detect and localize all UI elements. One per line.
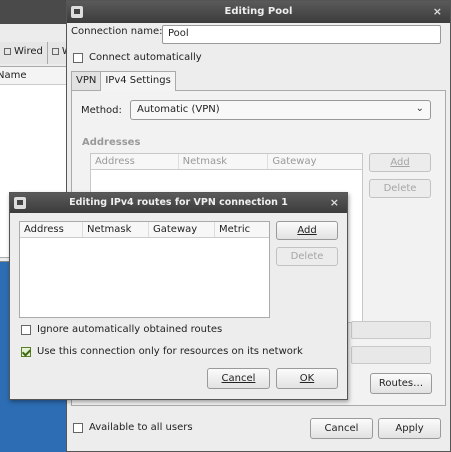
- only-resources-checkbox[interactable]: [21, 346, 31, 357]
- route-metric-column-header[interactable]: Metric: [215, 222, 269, 237]
- address-add-button[interactable]: Add: [369, 153, 431, 172]
- routes-dialog-title: Editing IPv4 routes for VPN connection 1: [69, 197, 288, 208]
- routes-cancel-button[interactable]: Cancel: [207, 368, 270, 389]
- method-dropdown[interactable]: Automatic (VPN) ⌄: [130, 100, 431, 120]
- netmask-column-header: Netmask: [179, 154, 269, 169]
- close-icon[interactable]: ×: [330, 193, 339, 213]
- dialog-titlebar[interactable]: Editing Pool ×: [67, 1, 450, 23]
- cancel-button-label: Cancel: [324, 423, 359, 434]
- addresses-heading: Addresses: [82, 137, 141, 148]
- close-icon[interactable]: ×: [433, 1, 442, 23]
- edit-routes-dialog: Editing IPv4 routes for VPN connection 1…: [9, 192, 348, 400]
- gateway-column-header: Gateway: [272, 156, 317, 167]
- addresses-table-header: Address Netmask Gateway: [91, 154, 362, 170]
- routes-button[interactable]: Routes…: [370, 373, 432, 394]
- route-add-button[interactable]: Add: [276, 221, 338, 240]
- route-gateway-column-header[interactable]: Gateway: [149, 222, 215, 237]
- route-add-label: Add: [297, 225, 317, 236]
- routes-ok-label: OK: [299, 373, 315, 384]
- wireless-icon: [51, 48, 59, 55]
- chevron-down-icon: ⌄: [415, 103, 424, 114]
- routes-table-header: Address Netmask Gateway Metric: [20, 222, 269, 238]
- available-to-all-users-row[interactable]: Available to all users: [73, 422, 193, 433]
- address-column-header: Address: [91, 154, 179, 169]
- available-to-all-users-label: Available to all users: [89, 422, 193, 433]
- connect-automatically-checkbox[interactable]: [73, 52, 83, 63]
- routes-table[interactable]: Address Netmask Gateway Metric: [19, 221, 270, 318]
- dns-servers-field[interactable]: [351, 321, 431, 339]
- tab-vpn[interactable]: VPN: [71, 71, 102, 91]
- available-to-all-users-checkbox[interactable]: [73, 422, 83, 433]
- routes-cancel-label: Cancel: [221, 373, 256, 384]
- connection-name-row: Connection name:: [71, 26, 163, 37]
- only-resources-label: Use this connection only for resources o…: [37, 346, 303, 357]
- wired-icon: [4, 48, 11, 55]
- tab-wired[interactable]: Wired: [0, 42, 48, 64]
- routes-dialog-titlebar[interactable]: Editing IPv4 routes for VPN connection 1…: [10, 193, 347, 213]
- address-delete-button[interactable]: Delete: [369, 179, 431, 198]
- search-domains-field[interactable]: [351, 346, 431, 364]
- cancel-button[interactable]: Cancel: [310, 418, 373, 439]
- dialog-tabs: VPN IPv4 Settings: [71, 71, 176, 91]
- method-label: Method:: [81, 105, 122, 116]
- route-delete-label: Delete: [290, 251, 324, 262]
- route-delete-button[interactable]: Delete: [276, 247, 338, 266]
- connect-automatically-row[interactable]: Connect automatically: [73, 52, 202, 63]
- routes-ok-button[interactable]: OK: [276, 368, 338, 389]
- method-row: Method:: [81, 105, 122, 116]
- routes-button-label: Routes…: [378, 378, 424, 389]
- addresses-heading-row: Addresses: [82, 137, 140, 148]
- connect-automatically-label: Connect automatically: [89, 52, 202, 63]
- apply-button[interactable]: Apply: [378, 418, 441, 439]
- tab-wired-label: Wired: [14, 46, 43, 57]
- address-delete-label: Delete: [383, 183, 417, 194]
- ignore-routes-row[interactable]: Ignore automatically obtained routes: [21, 324, 222, 335]
- route-netmask-column-header[interactable]: Netmask: [83, 222, 149, 237]
- network-icon: [14, 197, 26, 209]
- tab-ipv4-settings[interactable]: IPv4 Settings: [100, 71, 176, 91]
- address-add-label: Add: [390, 157, 410, 168]
- route-address-column-header[interactable]: Address: [20, 222, 83, 237]
- network-icon: [71, 6, 83, 18]
- dialog-title: Editing Pool: [224, 6, 293, 17]
- name-column-header: Name: [0, 70, 27, 81]
- only-resources-row[interactable]: Use this connection only for resources o…: [21, 346, 303, 357]
- apply-button-label: Apply: [395, 423, 424, 434]
- ignore-routes-label: Ignore automatically obtained routes: [37, 324, 223, 335]
- ignore-routes-checkbox[interactable]: [21, 324, 31, 335]
- connection-name-label: Connection name:: [71, 26, 163, 37]
- method-dropdown-value: Automatic (VPN): [137, 104, 220, 115]
- connection-name-input[interactable]: Pool: [162, 25, 441, 44]
